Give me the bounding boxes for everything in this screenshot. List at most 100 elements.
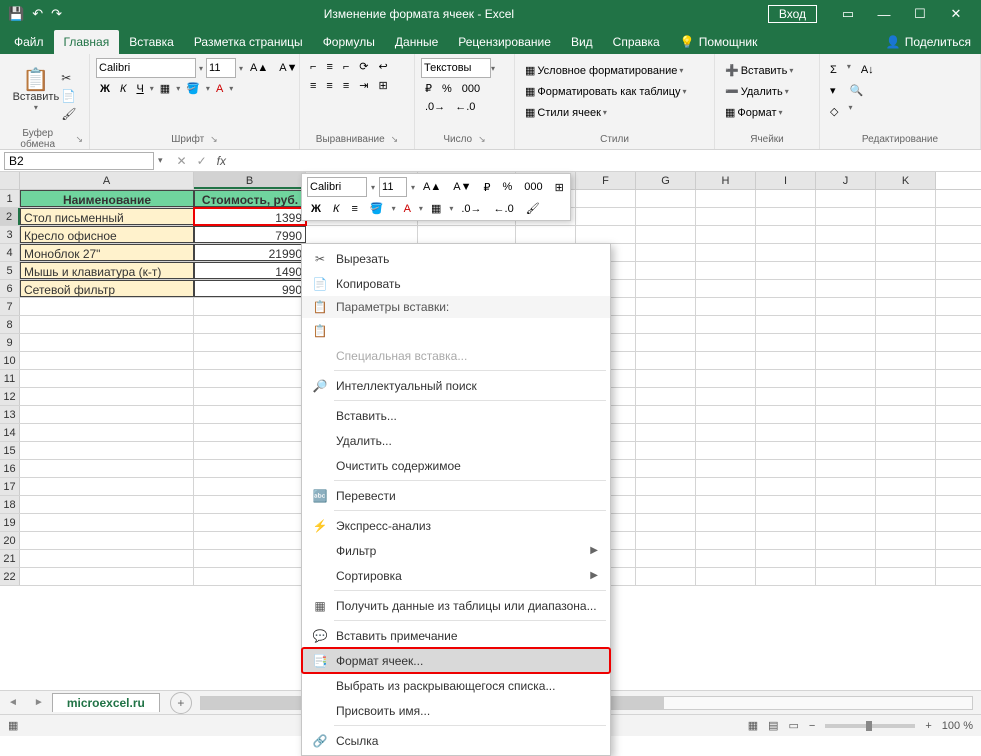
cell[interactable] [756, 514, 816, 531]
cell[interactable] [876, 424, 936, 441]
cell[interactable] [816, 352, 876, 369]
cell[interactable]: Кресло офисное [20, 226, 194, 243]
cell[interactable] [696, 550, 756, 567]
wrap-text-icon[interactable]: ↩ [375, 58, 392, 75]
row-header[interactable]: 5 [0, 262, 20, 279]
number-format-combo[interactable] [421, 58, 491, 78]
row-header[interactable]: 13 [0, 406, 20, 423]
cell[interactable] [194, 532, 306, 549]
cell[interactable] [696, 298, 756, 315]
ctx-clear[interactable]: Очистить содержимое [302, 453, 610, 478]
font-size-combo[interactable] [206, 58, 236, 78]
cell[interactable] [876, 568, 936, 585]
cell[interactable] [876, 442, 936, 459]
cell[interactable] [816, 190, 876, 207]
delete-cells-button[interactable]: ➖Удалить▾ [721, 83, 813, 100]
cell[interactable] [756, 406, 816, 423]
col-header-J[interactable]: J [816, 172, 876, 189]
cell[interactable] [876, 478, 936, 495]
mini-grow-font-icon[interactable]: A▲ [419, 179, 445, 195]
cell[interactable] [876, 298, 936, 315]
cell[interactable] [20, 532, 194, 549]
undo-icon[interactable]: ↶ [32, 6, 43, 22]
cell[interactable] [816, 496, 876, 513]
cell[interactable] [696, 514, 756, 531]
cell[interactable] [876, 262, 936, 279]
dialog-launcher-icon[interactable]: ↘ [75, 134, 83, 145]
col-header-B[interactable]: B [194, 172, 306, 189]
paste-dropdown[interactable]: ▾ [13, 103, 60, 112]
cell[interactable] [194, 424, 306, 441]
row-header[interactable]: 15 [0, 442, 20, 459]
cell[interactable] [816, 316, 876, 333]
row-header[interactable]: 22 [0, 568, 20, 585]
cell[interactable] [194, 496, 306, 513]
cell[interactable] [696, 280, 756, 297]
tab-help[interactable]: Справка [603, 30, 670, 54]
fx-icon[interactable]: fx [217, 154, 226, 168]
dialog-launcher-icon[interactable]: ↘ [210, 134, 218, 145]
ctx-insert-comment[interactable]: 💬Вставить примечание [302, 623, 610, 648]
cell[interactable] [636, 334, 696, 351]
currency-icon[interactable]: ₽ [421, 80, 436, 97]
cell[interactable] [816, 532, 876, 549]
add-sheet-icon[interactable]: + [170, 692, 192, 714]
cell[interactable] [816, 514, 876, 531]
align-bottom-icon[interactable]: ⌐ [339, 58, 353, 75]
share-button[interactable]: 👤Поделиться [876, 30, 981, 54]
cell-styles-button[interactable]: ▦Стили ячеек▾ [521, 104, 708, 121]
row-header[interactable]: 7 [0, 298, 20, 315]
tab-file[interactable]: Файл [4, 30, 54, 54]
mini-font-color-icon[interactable]: A [400, 201, 415, 217]
fill-icon[interactable]: ▾ [826, 82, 840, 99]
grow-font-icon[interactable]: A▲ [246, 60, 272, 76]
cell[interactable] [816, 460, 876, 477]
cell[interactable] [756, 550, 816, 567]
row-header[interactable]: 8 [0, 316, 20, 333]
cell[interactable] [636, 496, 696, 513]
format-painter-icon[interactable]: 🖌 [61, 107, 76, 121]
selected-cell-B2[interactable]: 1399 [194, 208, 306, 225]
bold-button[interactable]: Ж [96, 81, 114, 97]
cell[interactable] [816, 406, 876, 423]
tab-home[interactable]: Главная [54, 30, 120, 54]
mini-inc-icon[interactable]: ←.0 [490, 201, 518, 217]
cell[interactable] [876, 316, 936, 333]
cancel-formula-icon[interactable]: ✕ [177, 154, 187, 168]
cell[interactable] [816, 280, 876, 297]
row-header[interactable]: 20 [0, 532, 20, 549]
row-header[interactable]: 2 [0, 208, 20, 225]
ctx-smart-lookup[interactable]: 🔎Интеллектуальный поиск [302, 373, 610, 398]
col-header-K[interactable]: K [876, 172, 936, 189]
cell[interactable] [756, 460, 816, 477]
indent-icon[interactable]: ⇥ [355, 77, 372, 94]
cell[interactable] [876, 352, 936, 369]
cell[interactable]: Наименование [20, 190, 194, 207]
cell[interactable]: Моноблок 27" [20, 244, 194, 261]
cell[interactable] [696, 208, 756, 225]
cell[interactable] [516, 226, 576, 243]
cell[interactable] [194, 388, 306, 405]
tab-insert[interactable]: Вставка [119, 30, 184, 54]
cell[interactable] [636, 370, 696, 387]
ctx-filter[interactable]: Фильтр▶ [302, 538, 610, 563]
cell[interactable] [576, 226, 636, 243]
cell[interactable] [816, 334, 876, 351]
cell[interactable] [636, 442, 696, 459]
col-header-I[interactable]: I [756, 172, 816, 189]
cell[interactable] [20, 550, 194, 567]
cell[interactable] [636, 424, 696, 441]
select-all-corner[interactable] [0, 172, 20, 189]
copy-icon[interactable]: 📄 [61, 89, 76, 103]
align-middle-icon[interactable]: ≡ [322, 58, 336, 75]
cell[interactable] [756, 298, 816, 315]
close-icon[interactable]: ✕ [939, 2, 973, 26]
row-header[interactable]: 17 [0, 478, 20, 495]
name-box[interactable] [4, 152, 154, 170]
row-header[interactable]: 12 [0, 388, 20, 405]
format-as-table-button[interactable]: ▦Форматировать как таблицу▾ [521, 83, 708, 100]
ctx-link[interactable]: 🔗Ссылка [302, 728, 610, 753]
mini-merge-icon[interactable]: ⊞ [551, 179, 568, 196]
cell[interactable] [636, 316, 696, 333]
cell[interactable] [756, 316, 816, 333]
